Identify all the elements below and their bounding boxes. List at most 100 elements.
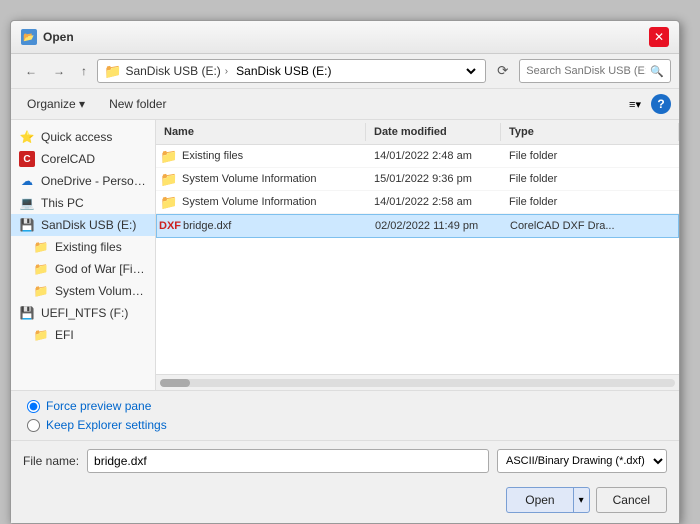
- sidebar-label-uefi-ntfs: UEFI_NTFS (F:): [41, 306, 128, 320]
- sidebar: ⭐ Quick access C CorelCAD ☁ OneDrive - P…: [11, 120, 156, 390]
- search-input[interactable]: [526, 65, 646, 77]
- cloud-icon: ☁: [19, 173, 35, 189]
- organize-label: Organize: [27, 97, 76, 111]
- corelcad-icon: C: [19, 151, 35, 167]
- sidebar-item-existing-files[interactable]: 📁 Existing files: [11, 236, 155, 258]
- address-text: SanDisk USB (E:): [125, 64, 220, 78]
- pc-icon: 💻: [19, 195, 35, 211]
- forward-button[interactable]: →: [47, 60, 71, 82]
- drive-icon: 💾: [19, 217, 35, 233]
- folder-icon-row2: 📁: [160, 171, 178, 187]
- sidebar-item-uefi-ntfs[interactable]: 💾 UEFI_NTFS (F:): [11, 302, 155, 324]
- sidebar-item-this-pc[interactable]: 💻 This PC: [11, 192, 155, 214]
- open-button[interactable]: Open: [506, 487, 572, 513]
- dxf-icon-row4: DXF: [161, 218, 179, 234]
- file-type-bridge: CorelCAD DXF Dra...: [510, 220, 678, 232]
- action-bar: Organize ▾ New folder ≡▾ ?: [11, 89, 679, 120]
- horizontal-scrollbar[interactable]: [160, 379, 675, 387]
- force-preview-radio[interactable]: [27, 400, 40, 413]
- file-date-sysvi: 15/01/2022 9:36 pm: [374, 173, 509, 185]
- file-date-bridge: 02/02/2022 11:49 pm: [375, 220, 510, 232]
- folder-efi-icon: 📁: [33, 327, 49, 343]
- sidebar-item-system-volume[interactable]: 📁 System Volume I...: [11, 280, 155, 302]
- chevron-right-icon: ›: [225, 66, 228, 77]
- keep-explorer-label: Keep Explorer settings: [46, 418, 167, 432]
- cancel-button[interactable]: Cancel: [596, 487, 667, 513]
- sidebar-label-existing-files: Existing files: [55, 240, 122, 254]
- address-toolbar: ← → ↑ 📁 SanDisk USB (E:) › SanDisk USB (…: [11, 54, 679, 89]
- folder-icon: 📁: [104, 63, 121, 80]
- col-header-type[interactable]: Type: [501, 123, 679, 141]
- file-header: Name Date modified Type: [156, 120, 679, 145]
- folder-existing-icon: 📁: [33, 239, 49, 255]
- sidebar-label-quick-access: Quick access: [41, 130, 112, 144]
- sidebar-label-this-pc: This PC: [41, 196, 84, 210]
- title-bar-left: 📂 Open: [21, 29, 74, 45]
- col-header-date[interactable]: Date modified: [366, 123, 501, 141]
- folder-icon-row3: 📁: [160, 194, 178, 210]
- file-type-sysvi2: File folder: [509, 196, 679, 208]
- file-name-sysvi2: System Volume Information: [182, 196, 374, 208]
- table-row[interactable]: 📁 System Volume Information 15/01/2022 9…: [156, 168, 679, 191]
- file-name-sysvi: System Volume Information: [182, 173, 374, 185]
- dialog-buttons: Open ▾ Cancel: [11, 481, 679, 523]
- scrollbar-thumb[interactable]: [160, 379, 190, 387]
- sidebar-item-god-of-war[interactable]: 📁 God of War [FitC...: [11, 258, 155, 280]
- new-folder-button[interactable]: New folder: [101, 94, 174, 114]
- star-icon: ⭐: [19, 129, 35, 145]
- help-button[interactable]: ?: [651, 94, 671, 114]
- organize-arrow: ▾: [79, 97, 85, 111]
- sidebar-label-efi: EFI: [55, 328, 74, 342]
- folder-god-icon: 📁: [33, 261, 49, 277]
- sidebar-label-god-of-war: God of War [FitC...: [55, 262, 147, 276]
- sidebar-item-efi[interactable]: 📁 EFI: [11, 324, 155, 346]
- drive-uefi-icon: 💾: [19, 305, 35, 321]
- filetype-select[interactable]: ASCII/Binary Drawing (*.dxf) All Files (…: [497, 449, 667, 473]
- sidebar-label-corelcad: CorelCAD: [41, 152, 95, 166]
- table-row[interactable]: DXF bridge.dxf 02/02/2022 11:49 pm Corel…: [156, 214, 679, 238]
- file-name-existing: Existing files: [182, 150, 374, 162]
- sidebar-item-quick-access[interactable]: ⭐ Quick access: [11, 126, 155, 148]
- folder-sysv-icon: 📁: [33, 283, 49, 299]
- up-button[interactable]: ↑: [75, 60, 93, 82]
- col-header-name[interactable]: Name: [156, 123, 366, 141]
- sidebar-item-sandisk-usb[interactable]: 💾 SanDisk USB (E:): [11, 214, 155, 236]
- folder-icon-row1: 📁: [160, 148, 178, 164]
- file-type-existing: File folder: [509, 150, 679, 162]
- file-date-existing: 14/01/2022 2:48 am: [374, 150, 509, 162]
- open-button-group: Open ▾: [506, 487, 589, 513]
- title-bar: 📂 Open ✕: [11, 21, 679, 54]
- file-list: 📁 Existing files 14/01/2022 2:48 am File…: [156, 145, 679, 374]
- file-pane: Name Date modified Type 📁 Existing files…: [156, 120, 679, 390]
- refresh-button[interactable]: ⟳: [490, 59, 515, 83]
- open-dropdown-button[interactable]: ▾: [573, 487, 590, 513]
- sidebar-item-corelcad[interactable]: C CorelCAD: [11, 148, 155, 170]
- search-bar: 🔍: [519, 59, 671, 83]
- views-button[interactable]: ≡▾: [623, 95, 647, 114]
- sidebar-label-sandisk-usb: SanDisk USB (E:): [41, 218, 136, 232]
- table-row[interactable]: 📁 System Volume Information 14/01/2022 2…: [156, 191, 679, 214]
- filename-input[interactable]: [87, 449, 489, 473]
- back-button[interactable]: ←: [19, 60, 43, 82]
- search-icon: 🔍: [650, 65, 664, 78]
- bottom-bar: File name: ASCII/Binary Drawing (*.dxf) …: [11, 440, 679, 481]
- address-bar[interactable]: 📁 SanDisk USB (E:) › SanDisk USB (E:): [97, 59, 486, 83]
- filename-label: File name:: [23, 454, 79, 468]
- sidebar-label-onedrive: OneDrive - Person...: [41, 174, 147, 188]
- force-preview-option[interactable]: Force preview pane: [27, 399, 663, 413]
- sidebar-item-onedrive[interactable]: ☁ OneDrive - Person...: [11, 170, 155, 192]
- close-button[interactable]: ✕: [649, 27, 669, 47]
- sidebar-label-system-volume: System Volume I...: [55, 284, 147, 298]
- file-type-sysvi: File folder: [509, 173, 679, 185]
- keep-explorer-radio[interactable]: [27, 419, 40, 432]
- keep-explorer-option[interactable]: Keep Explorer settings: [27, 418, 663, 432]
- file-name-bridge: bridge.dxf: [183, 220, 375, 232]
- address-dropdown[interactable]: SanDisk USB (E:): [232, 63, 479, 79]
- main-area: ⭐ Quick access C CorelCAD ☁ OneDrive - P…: [11, 120, 679, 390]
- table-row[interactable]: 📁 Existing files 14/01/2022 2:48 am File…: [156, 145, 679, 168]
- action-bar-right: ≡▾ ?: [623, 94, 671, 114]
- organize-button[interactable]: Organize ▾: [19, 94, 93, 114]
- force-preview-label: Force preview pane: [46, 399, 151, 413]
- open-dialog: 📂 Open ✕ ← → ↑ 📁 SanDisk USB (E:) › SanD…: [10, 20, 680, 524]
- horizontal-scrollbar-area: [156, 374, 679, 390]
